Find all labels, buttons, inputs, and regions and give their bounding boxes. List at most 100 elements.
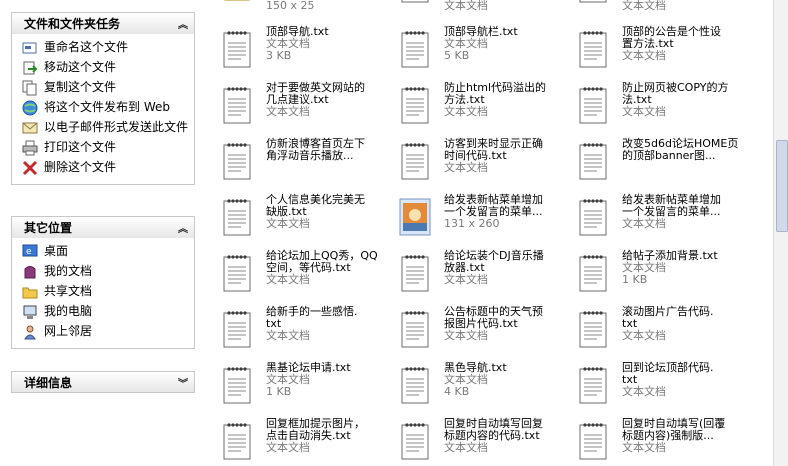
other-place-item[interactable]: 网上邻居 [12, 322, 194, 342]
vertical-scrollbar[interactable] [773, 0, 788, 466]
text-file-icon [577, 29, 609, 69]
file-name: 滚动图片广告代码. txt [622, 305, 714, 330]
file-tasks-panel: 文件和文件夹任务 ︽ 重命名这个文件 移动这个文件复制这个文件 将这个文件发布到 W… [11, 12, 195, 185]
text-file-icon [399, 309, 431, 349]
file-item[interactable]: 仿新浪博客首页左下 角浮动音乐播放... [218, 138, 396, 194]
file-type: 文本文档 [444, 273, 488, 286]
file-tasks-header[interactable]: 文件和文件夹任务 ︽ [11, 12, 195, 34]
file-item[interactable]: 顶部导航.txt 文本文档 3 KB [218, 26, 396, 82]
other-place-item[interactable]: 我的文档 [12, 262, 194, 282]
file-name: 对于要做英文网站的 几点建议.txt [266, 81, 365, 106]
file-size: 4 KB [444, 385, 470, 398]
file-item[interactable]: 文本文档 [574, 0, 752, 26]
file-item[interactable]: 文本文档 [396, 0, 574, 26]
file-task-item-label: 打印这个文件 [44, 140, 117, 154]
rename-icon [22, 40, 38, 56]
file-tasks-list: 重命名这个文件 移动这个文件复制这个文件 将这个文件发布到 Web 以电子邮件形式发送… [11, 34, 195, 185]
file-type: 文本文档 [622, 49, 666, 62]
file-type: 文本文档 [444, 0, 488, 12]
file-type: 文本文档 [266, 441, 310, 454]
file-item[interactable]: 给发表新帖菜单增加 一个发留言的菜单... 文本文档 [574, 194, 752, 250]
other-place-item[interactable]: 我的电脑 [12, 302, 194, 322]
details-header[interactable]: 详细信息 ︾ [11, 371, 195, 393]
file-name: 回到论坛顶部代码. txt [622, 361, 714, 386]
file-task-item[interactable]: 删除这个文件 [12, 158, 194, 178]
collapse-chevron-icon[interactable]: ︽ [178, 220, 188, 235]
my-documents-icon [22, 264, 38, 280]
file-item[interactable]: 150 x 25 [218, 0, 396, 26]
print-icon [22, 140, 38, 156]
file-item[interactable]: 回复时自动填写回复 标题内容的代码.txt 文本文档 [396, 418, 574, 466]
file-task-item[interactable]: 重命名这个文件 [12, 38, 194, 58]
file-item[interactable]: 回到论坛顶部代码. txt 文本文档 [574, 362, 752, 418]
file-item[interactable]: 个人信息美化完美无 缺版.txt 文本文档 [218, 194, 396, 250]
file-type: 文本文档 [622, 0, 666, 12]
other-place-item-label: 共享文档 [44, 284, 93, 298]
file-name: 防止html代码溢出的 方法.txt [444, 81, 547, 106]
file-item[interactable]: 给发表新帖菜单增加 一个发留言的菜单... 131 x 260 [396, 194, 574, 250]
file-item[interactable]: 防止html代码溢出的 方法.txt 文本文档 [396, 82, 574, 138]
text-file-icon [399, 365, 431, 405]
expand-chevron-icon[interactable]: ︾ [178, 375, 188, 390]
file-name: 回复时自动填写回复 标题内容的代码.txt [444, 417, 543, 442]
file-type: 文本文档 [622, 217, 666, 230]
file-type: 文本文档 [266, 273, 310, 286]
text-file-icon [221, 197, 253, 237]
collapse-chevron-icon[interactable]: ︽ [178, 16, 188, 31]
file-list: 150 x 25 文本文档 文本文档 顶部导航.txt 文本文档 3 KB 顶部导航栏.tx… [218, 0, 774, 466]
file-item[interactable]: 滚动图片广告代码. txt 文本文档 [574, 306, 752, 362]
file-type: 文本文档 [444, 161, 488, 174]
copy-icon [22, 80, 38, 96]
file-item[interactable]: 回复时自动填写(回覆 标题内容)强制版... 文本文档 [574, 418, 752, 466]
file-item[interactable]: 回复框加提示图片， 点击自动消失.txt 文本文档 [218, 418, 396, 466]
text-file-icon [221, 29, 253, 69]
other-places-list: e 桌面我的文档共享文档我的电脑网上邻居 [11, 238, 195, 349]
text-file-icon [577, 421, 609, 461]
file-item[interactable]: 顶部导航栏.txt 文本文档 5 KB [396, 26, 574, 82]
other-places-title: 其它位置 [24, 221, 73, 235]
file-item[interactable]: 访客到来时显示正确 时间代码.txt 文本文档 [396, 138, 574, 194]
text-file-icon [399, 253, 431, 293]
file-item[interactable]: 公告标题中的天气预 报图片代码.txt 文本文档 [396, 306, 574, 362]
text-file-icon [221, 421, 253, 461]
file-item[interactable]: 对于要做英文网站的 几点建议.txt 文本文档 [218, 82, 396, 138]
file-task-item[interactable]: 复制这个文件 [12, 78, 194, 98]
file-name: 防止网页被COPY的方 法.txt [622, 81, 729, 106]
file-type: 文本文档 [266, 329, 310, 342]
file-task-item[interactable]: 移动这个文件 [12, 58, 194, 78]
file-item[interactable]: 给论坛加上QQ秀，QQ 空间，等代码.txt 文本文档 [218, 250, 396, 306]
desktop-icon: e [22, 244, 38, 260]
file-size: 1 KB [622, 273, 648, 286]
file-type: 文本文档 [266, 217, 310, 230]
file-item[interactable]: 给帖子添加背景.txt 文本文档 1 KB [574, 250, 752, 306]
file-task-item-label: 移动这个文件 [44, 60, 117, 74]
file-item[interactable]: 防止网页被COPY的方 法.txt 文本文档 [574, 82, 752, 138]
file-item[interactable]: 黑色导航.txt 文本文档 4 KB [396, 362, 574, 418]
file-type: 文本文档 [622, 105, 666, 118]
file-type: 文本文档 [444, 441, 488, 454]
details-panel: 详细信息 ︾ [11, 371, 195, 393]
shared-folder-icon [22, 284, 38, 300]
file-task-item[interactable]: 将这个文件发布到 Web [12, 98, 194, 118]
other-place-item[interactable]: e 桌面 [12, 242, 194, 262]
text-file-icon [221, 365, 253, 405]
file-task-item[interactable]: 以电子邮件形式发送此文件 [12, 118, 194, 138]
file-type: 文本文档 [622, 385, 666, 398]
text-file-icon [221, 253, 253, 293]
file-item[interactable]: 顶部的公告是个性设 置方法.txt 文本文档 [574, 26, 752, 82]
file-item[interactable]: 改变5d6d论坛HOME页 的顶部banner图... [574, 138, 752, 194]
file-item[interactable]: 给论坛装个DJ音乐播 放器.txt 文本文档 [396, 250, 574, 306]
file-task-item[interactable]: 打印这个文件 [12, 138, 194, 158]
other-places-header[interactable]: 其它位置 ︽ [11, 216, 195, 238]
other-place-item[interactable]: 共享文档 [12, 282, 194, 302]
text-file-icon [577, 85, 609, 125]
file-name: 回复时自动填写(回覆 标题内容)强制版... [622, 417, 726, 442]
file-item[interactable]: 黑基论坛申请.txt 文本文档 1 KB [218, 362, 396, 418]
file-task-item-label: 重命名这个文件 [44, 40, 129, 54]
file-item[interactable]: 给新手的一些感悟. txt 文本文档 [218, 306, 396, 362]
other-place-item-label: 我的文档 [44, 264, 93, 278]
file-name: 给发表新帖菜单增加 一个发留言的菜单... [444, 193, 543, 218]
scrollbar-thumb[interactable] [776, 140, 788, 232]
other-place-item-label: 我的电脑 [44, 304, 93, 318]
details-title: 详细信息 [24, 375, 73, 390]
